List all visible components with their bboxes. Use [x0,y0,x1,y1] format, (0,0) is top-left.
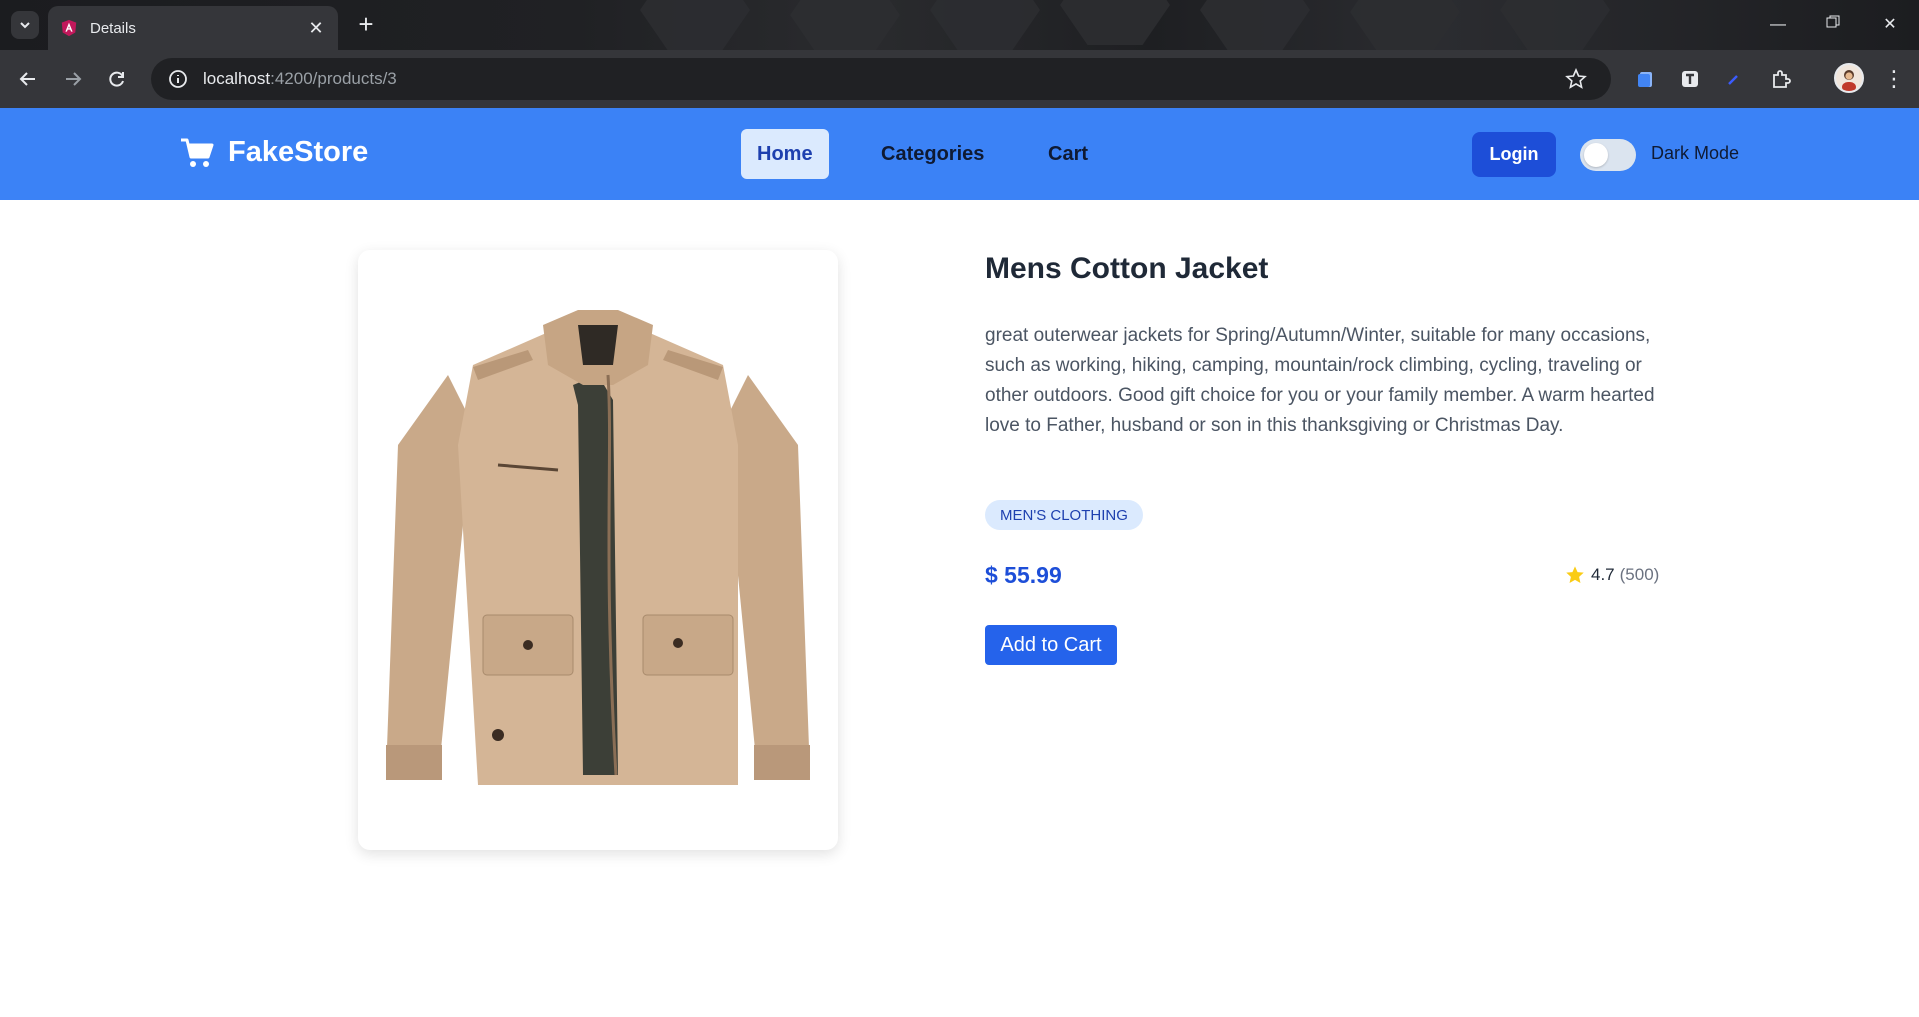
nav-home-link[interactable]: Home [741,129,829,179]
browser-tab[interactable]: Details ✕ [48,6,338,50]
bookmark-star-icon[interactable] [1565,67,1587,95]
restore-icon[interactable] [1818,10,1848,40]
chevron-down-icon [20,22,30,29]
category-badge: MEN'S CLOTHING [985,500,1143,530]
profile-avatar[interactable] [1834,63,1864,93]
background-decoration [640,0,750,50]
product-title: Mens Cotton Jacket [985,252,1269,285]
new-tab-button[interactable]: + [352,11,380,39]
dark-mode-toggle[interactable] [1580,139,1636,171]
background-decoration [930,0,1040,50]
background-decoration [1200,0,1310,50]
browser-tabstrip: Details ✕ + — ✕ [0,0,1919,50]
toggle-knob [1584,143,1608,167]
close-tab-icon[interactable]: ✕ [306,18,326,39]
extension-docs-icon[interactable] [1633,66,1659,92]
star-icon [1566,566,1584,583]
reload-icon[interactable] [102,64,132,94]
tab-title: Details [90,19,136,37]
product-rating: 4.7 (500) [1565,565,1659,585]
shopping-cart-icon [181,138,214,167]
tab-search-button[interactable] [11,11,39,39]
background-decoration [790,0,900,50]
background-decoration [1060,0,1170,45]
product-price: $ 55.99 [985,562,1062,588]
forward-icon[interactable] [58,64,88,94]
extension-pen-icon[interactable] [1721,66,1747,92]
address-bar[interactable]: localhost:4200/products/3 [151,58,1611,100]
close-window-icon[interactable]: ✕ [1875,10,1905,40]
extensions-puzzle-icon[interactable] [1768,66,1794,92]
site-info-icon[interactable] [165,66,191,92]
jacket-image [386,310,810,785]
product-image-card [358,250,838,850]
brand-name: FakeStore [228,136,369,168]
browser-menu-icon[interactable]: ⋮ [1883,64,1905,94]
extension-text-icon[interactable] [1677,66,1703,92]
login-button[interactable]: Login [1472,132,1556,177]
product-description: great outerwear jackets for Spring/Autum… [985,325,1655,436]
rating-value: 4.7 [1591,565,1615,584]
dark-mode-label: Dark Mode [1651,143,1740,163]
angular-icon [61,19,77,37]
background-decoration [1350,0,1460,50]
nav-cart-link[interactable]: Cart [1032,129,1104,179]
url-text: localhost:4200/products/3 [203,69,397,88]
browser-toolbar: localhost:4200/products/3 ⋮ [0,50,1919,108]
back-icon[interactable] [13,64,43,94]
background-decoration [1500,0,1610,50]
minimize-icon[interactable]: — [1763,10,1793,40]
app-navbar: FakeStore Home Categories Cart Login Dar… [0,108,1919,200]
rating-count: (500) [1619,565,1660,584]
nav-categories-link[interactable]: Categories [865,129,1000,179]
brand-logo[interactable]: FakeStore [180,136,368,169]
add-to-cart-button[interactable]: Add to Cart [985,625,1117,665]
